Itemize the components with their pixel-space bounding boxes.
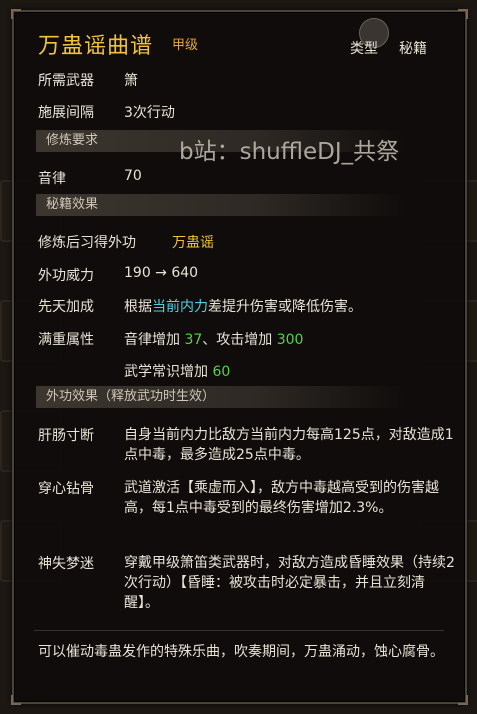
requirement-value: 70 [124, 168, 142, 184]
frame-corner [458, 695, 468, 705]
full-attr-2: 、攻击增加 [202, 332, 277, 348]
section-skill-effect: 外功效果（释放武功时生效） [36, 386, 406, 408]
effect-text-1: 自身当前内力比敌方当前内力每高125点，对敌造成1点中毒，最多造成25点中毒。 [124, 427, 454, 463]
required-weapon-label: 所需武器 [38, 73, 94, 89]
frame-corner [11, 9, 21, 19]
cast-interval-value: 3次行动 [124, 105, 175, 121]
type-label: 类型 [350, 41, 378, 57]
innate-label: 先天加成 [38, 299, 94, 315]
effect-name-3: 神失梦迷 [38, 556, 94, 572]
innate-pre: 根据 [124, 299, 152, 315]
full-line-1: 音律增加 37、攻击增加 300 [124, 329, 303, 349]
divider [34, 630, 444, 631]
full-attr-1-value: 37 [184, 332, 203, 348]
innate-post: 差提升伤害或降低伤害。 [208, 299, 362, 315]
power-value: 190 → 640 [124, 265, 199, 281]
item-description: 可以催动毒蛊发作的特殊乐曲，吹奏期间，万蛊涌动，蚀心腐骨。 [38, 644, 444, 660]
full-label: 满重属性 [38, 332, 94, 348]
frame-corner [458, 9, 468, 19]
full-attr-1: 音律增加 [124, 332, 185, 348]
watermark: b站：shuffleDJ_共祭 [179, 139, 400, 165]
learn-label: 修炼后习得外功 [38, 235, 136, 251]
required-weapon-value: 箫 [124, 73, 138, 89]
frame-corner [11, 695, 21, 705]
learn-value: 万蛊谣 [172, 235, 214, 251]
item-tooltip: 万蛊谣曲谱 甲级 类型 秘籍 所需武器 箫 施展间隔 3次行动 修炼要求 b站：… [11, 9, 468, 705]
cast-interval-label: 施展间隔 [38, 105, 94, 121]
requirement-label: 音律 [38, 171, 66, 187]
innate-value: 根据当前内力差提升伤害或降低伤害。 [124, 296, 362, 316]
item-grade: 甲级 [172, 38, 199, 53]
type-value: 秘籍 [399, 41, 427, 57]
section-effect: 秘籍效果 [36, 194, 406, 216]
full-attr-2-value: 300 [276, 332, 304, 348]
effect-name-1: 肝肠寸断 [38, 428, 94, 444]
effect-name-2: 穿心钻骨 [38, 481, 94, 497]
effect-text-3: 穿戴甲级箫笛类武器时，对敌方造成昏睡效果（持续2次行动）【昏睡：被攻击时必定暴击… [124, 555, 455, 611]
power-label: 外功威力 [38, 268, 94, 284]
full-line-2: 武学常识增加 60 [124, 361, 230, 381]
effect-text-2: 武道激活【乘虚而入】，敌方中毒越高受到的伤害越高，每1点中毒受到的最终伤害增加2… [124, 480, 439, 516]
item-title: 万蛊谣曲谱 [38, 34, 154, 59]
full-attr-3: 武学常识增加 [124, 364, 213, 380]
full-attr-3-value: 60 [212, 364, 231, 380]
innate-highlight: 当前内力 [152, 299, 208, 315]
